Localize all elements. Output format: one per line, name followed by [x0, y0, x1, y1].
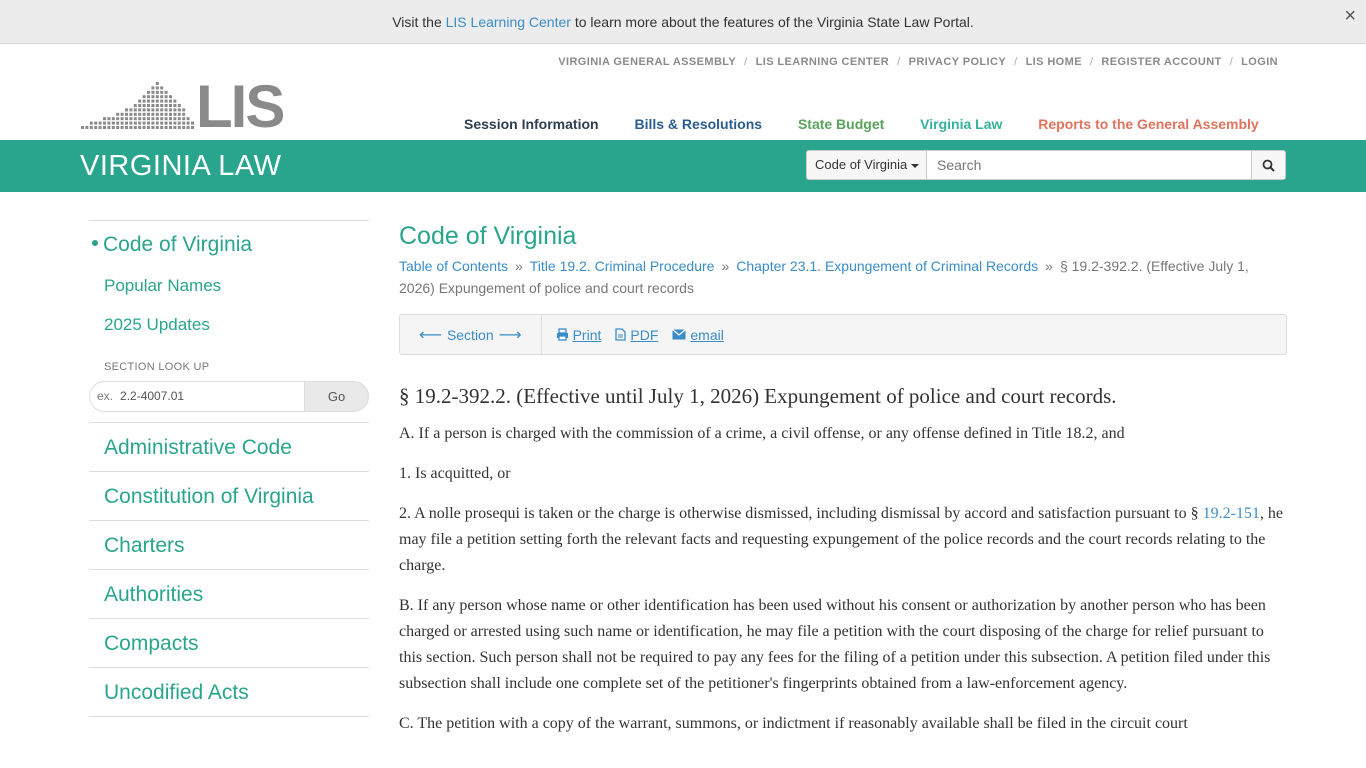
section-nav-label: Section	[446, 326, 494, 343]
sidebar-item-constitution[interactable]: Constitution of Virginia	[89, 472, 369, 521]
sidebar-list: Administrative Code Constitution of Virg…	[89, 422, 369, 717]
lis-logo[interactable]: LIS	[80, 74, 290, 132]
util-link-learning-center[interactable]: LIS LEARNING CENTER	[756, 56, 890, 68]
section-lookup-form: ex. 2.2-4007.01 Go	[89, 381, 369, 412]
section-title: VIRGINIA LAW	[80, 150, 282, 182]
main-content: Code of Virginia Table of Contents» Title…	[399, 220, 1287, 751]
notice-text-after: to learn more about the features of the …	[570, 14, 974, 30]
sidebar-item-charters[interactable]: Charters	[89, 521, 369, 570]
breadcrumb-table-of-contents[interactable]: Table of Contents	[399, 258, 508, 274]
search-button[interactable]	[1252, 150, 1286, 180]
util-link-login[interactable]: LOGIN	[1241, 56, 1278, 68]
arrow-left-icon[interactable]: ⟵	[419, 325, 442, 345]
sidebar-item-uncodified-acts[interactable]: Uncodified Acts	[89, 668, 369, 717]
util-link-register[interactable]: REGISTER ACCOUNT	[1101, 56, 1221, 68]
close-icon[interactable]: ×	[1344, 0, 1356, 32]
bullet-icon	[92, 240, 98, 247]
nav-state-budget[interactable]: State Budget	[798, 116, 884, 132]
para-2-text: 2. A nolle prosequi is taken or the char…	[399, 505, 1203, 522]
lookup-placeholder: 2.2-4007.01	[120, 389, 185, 403]
nav-bills-resolutions[interactable]: Bills & Resolutions	[634, 116, 762, 132]
learning-center-link[interactable]: LIS Learning Center	[446, 14, 571, 30]
section-19-2-151-link[interactable]: 19.2-151	[1203, 505, 1260, 522]
utility-links: VIRGINIA GENERAL ASSEMBLY / LIS LEARNING C…	[558, 56, 1278, 68]
site-header: LIS VIRGINIA GENERAL ASSEMBLY / LIS LEARNI…	[0, 44, 1366, 140]
sidebar-item-authorities[interactable]: Authorities	[89, 570, 369, 619]
util-link-privacy-policy[interactable]: PRIVACY POLICY	[909, 56, 1007, 68]
law-paragraph-c: C. The petition with a copy of the warra…	[399, 715, 1188, 732]
page-title: Code of Virginia	[399, 222, 577, 250]
main-nav: Session Information Bills & Resolutions …	[464, 116, 1291, 132]
file-icon	[615, 328, 627, 341]
search-input[interactable]	[926, 150, 1252, 180]
sidebar: Code of Virginia Popular Names 2025 Upda…	[89, 220, 369, 717]
nav-virginia-law[interactable]: Virginia Law	[920, 116, 1002, 132]
section-lookup-label: SECTION LOOK UP	[104, 361, 210, 373]
sidebar-item-code-of-virginia[interactable]: Code of Virginia	[89, 233, 369, 257]
sidebar-item-label: Code of Virginia	[103, 233, 253, 256]
section-band: VIRGINIA LAW Code of Virginia	[0, 140, 1366, 192]
section-toolbar: ⟵ Section ⟶ Print PDF email	[399, 314, 1287, 355]
nav-session-information[interactable]: Session Information	[464, 116, 599, 132]
lookup-go-button[interactable]: Go	[304, 381, 369, 412]
search-scope-value: Code of Virginia	[815, 157, 908, 172]
law-section-body: A. If a person is charged with the commi…	[399, 421, 1287, 737]
search-form: Code of Virginia	[806, 150, 1286, 180]
law-paragraph-2: 2. A nolle prosequi is taken or the char…	[399, 501, 1287, 579]
section-nav: ⟵ Section ⟶	[400, 315, 542, 354]
pdf-label: PDF	[630, 326, 659, 343]
notice-text-before: Visit the	[392, 14, 446, 30]
section-lookup-input[interactable]: ex. 2.2-4007.01	[89, 381, 304, 412]
envelope-icon	[672, 329, 687, 340]
virginia-map-icon: LIS	[81, 74, 285, 132]
law-paragraph-b: B. If any person whose name or other ide…	[399, 597, 1271, 692]
print-button[interactable]: Print	[556, 326, 602, 343]
lookup-prefix: ex.	[97, 389, 114, 403]
util-link-general-assembly[interactable]: VIRGINIA GENERAL ASSEMBLY	[558, 56, 736, 68]
sidebar-item-compacts[interactable]: Compacts	[89, 619, 369, 668]
email-label: email	[690, 326, 724, 343]
sidebar-code-section: Code of Virginia Popular Names 2025 Upda…	[89, 220, 369, 412]
nav-reports[interactable]: Reports to the General Assembly	[1038, 116, 1258, 132]
law-paragraph-1: 1. Is acquitted, or	[399, 465, 511, 482]
law-section-title: § 19.2-392.2. (Effective until July 1, 2…	[399, 384, 1117, 408]
notice-banner: Visit the LIS Learning Center to learn m…	[0, 0, 1366, 44]
pdf-button[interactable]: PDF	[615, 327, 658, 343]
arrow-right-icon[interactable]: ⟶	[499, 325, 522, 345]
print-label: Print	[572, 326, 602, 343]
caret-down-icon	[911, 163, 920, 168]
sidebar-item-popular-names[interactable]: Popular Names	[89, 276, 369, 296]
breadcrumb-title[interactable]: Title 19.2. Criminal Procedure	[530, 258, 715, 274]
email-button[interactable]: email	[672, 326, 724, 343]
printer-icon	[556, 328, 568, 341]
breadcrumb-chapter[interactable]: Chapter 23.1. Expungement of Criminal Re…	[736, 258, 1038, 274]
sidebar-item-administrative-code[interactable]: Administrative Code	[89, 423, 369, 472]
search-icon	[1262, 159, 1275, 172]
law-paragraph-a: A. If a person is charged with the commi…	[399, 425, 1125, 442]
sidebar-item-2025-updates[interactable]: 2025 Updates	[89, 315, 369, 335]
search-scope-select[interactable]: Code of Virginia	[806, 150, 926, 180]
breadcrumb: Table of Contents» Title 19.2. Criminal P…	[399, 258, 1249, 296]
logo-text: LIS	[196, 74, 283, 132]
util-link-lis-home[interactable]: LIS HOME	[1026, 56, 1082, 68]
